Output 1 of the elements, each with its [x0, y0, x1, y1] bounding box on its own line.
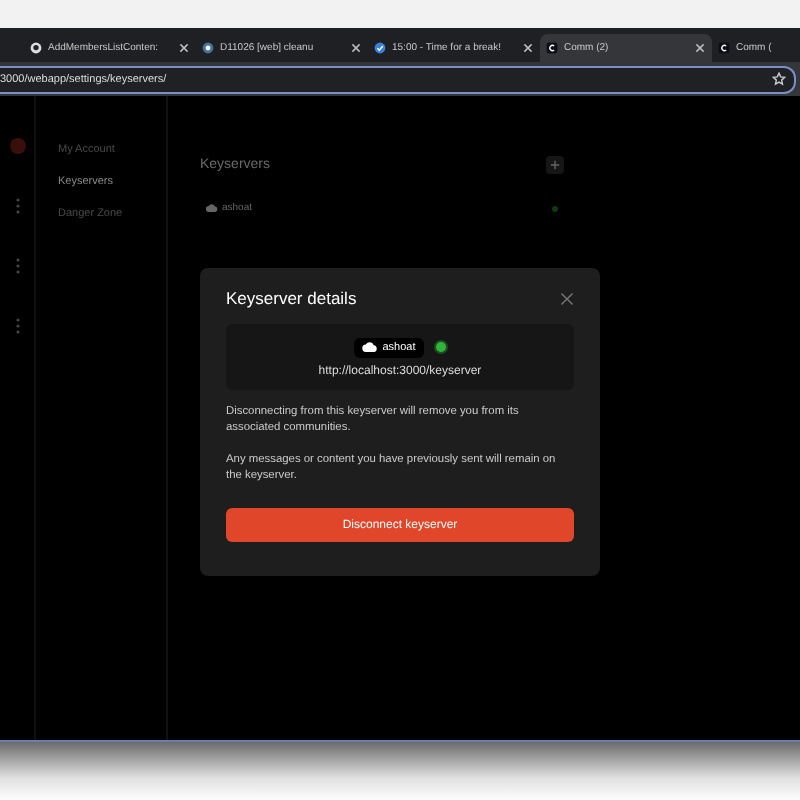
modal-title: Keyserver details — [226, 288, 357, 308]
